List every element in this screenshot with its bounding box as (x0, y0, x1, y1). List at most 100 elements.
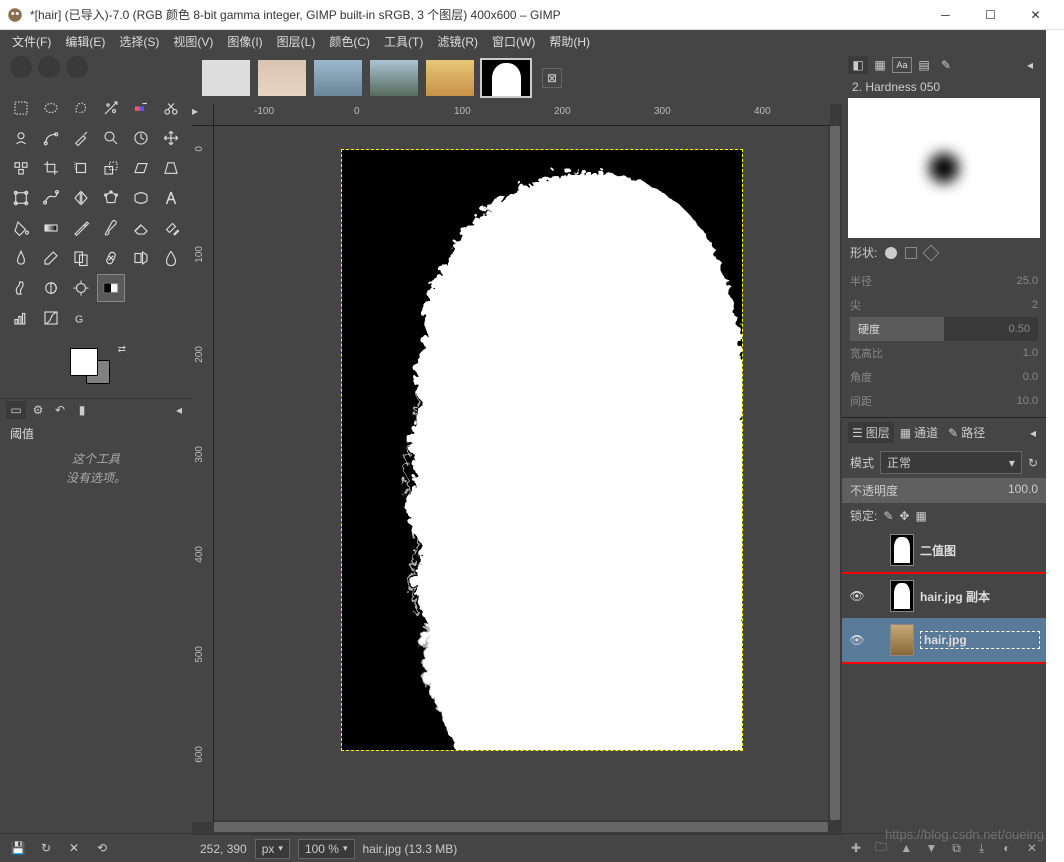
brush-editor-tab[interactable]: ✎ (936, 56, 956, 74)
clone-tool[interactable] (67, 244, 95, 272)
perspective-tool[interactable] (157, 154, 185, 182)
layer-mode-dropdown[interactable]: 正常▾ (880, 451, 1022, 474)
free-select-tool[interactable] (67, 94, 95, 122)
eraser-tool[interactable] (127, 214, 155, 242)
flip-tool[interactable] (67, 184, 95, 212)
menu-help[interactable]: 帮助(H) (543, 31, 596, 52)
layers-tab-menu-icon[interactable]: ◂ (1026, 424, 1040, 442)
menu-color[interactable]: 颜色(C) (323, 31, 376, 52)
layer-item-1[interactable]: 👁 hair.jpg 副本 (842, 574, 1046, 618)
color-picker-tool[interactable] (67, 124, 95, 152)
new-group-icon[interactable]: 🗀 (870, 838, 892, 858)
new-layer-icon[interactable]: ✚ (845, 838, 867, 858)
image-tab-6-active[interactable] (480, 58, 532, 98)
gegl-tool[interactable]: G (67, 304, 95, 332)
move-tool[interactable] (157, 124, 185, 152)
pencil-tool[interactable] (67, 214, 95, 242)
brightness-contrast-tool[interactable] (67, 274, 95, 302)
undo-history-tab[interactable]: ↶ (50, 401, 70, 419)
layers-tab[interactable]: ☰ 图层 (848, 422, 894, 443)
foreground-select-tool[interactable] (7, 124, 35, 152)
brushes-tab[interactable]: ◧ (848, 56, 868, 74)
crop-tool[interactable] (37, 154, 65, 182)
raise-layer-icon[interactable]: ▲ (895, 838, 917, 858)
rotate-tool[interactable] (67, 154, 95, 182)
smudge-tool[interactable] (7, 274, 35, 302)
measure-tool[interactable] (127, 124, 155, 152)
brush-shape-diamond[interactable] (923, 244, 940, 261)
brush-aspect-row[interactable]: 宽高比1.0 (850, 341, 1038, 365)
horizontal-ruler[interactable]: -100 0 100 200 300 400 5 (214, 104, 830, 126)
save-preset-icon[interactable]: 💾 (6, 838, 30, 858)
color-swatches[interactable]: ⇄ (0, 338, 192, 398)
brush-shape-square[interactable] (905, 247, 917, 259)
layer-name[interactable]: hair.jpg 副本 (920, 588, 1040, 605)
vertical-scrollbar[interactable] (828, 126, 842, 820)
device-status-tab[interactable]: ⚙ (28, 401, 48, 419)
ruler-corner[interactable]: ▸ (192, 104, 214, 126)
menu-select[interactable]: 选择(S) (113, 31, 165, 52)
channels-tab[interactable]: ▦ 通道 (896, 422, 942, 443)
menu-file[interactable]: 文件(F) (6, 31, 57, 52)
layer-visibility-icon[interactable]: 👁 (848, 633, 866, 647)
brush-shape-circle[interactable] (885, 247, 897, 259)
brush-radius-row[interactable]: 半径25.0 (850, 269, 1038, 293)
close-image-tab-icon[interactable]: ⊠ (542, 68, 562, 88)
menu-tools[interactable]: 工具(T) (378, 31, 429, 52)
menu-filters[interactable]: 滤镜(R) (431, 31, 484, 52)
zoom-tool[interactable] (97, 124, 125, 152)
menu-layer[interactable]: 图层(L) (271, 31, 322, 52)
mask-layer-icon[interactable]: ◐ (996, 838, 1018, 858)
zoom-dropdown[interactable]: 100 %▾ (298, 839, 355, 859)
color-select-tool[interactable] (127, 94, 155, 122)
paths-tab[interactable]: ✎ 路径 (944, 422, 989, 443)
brush-hardness-row[interactable]: 硬度0.50 (850, 317, 1038, 341)
menu-window[interactable]: 窗口(W) (486, 31, 541, 52)
image-tab-3[interactable] (312, 58, 364, 98)
layer-item-0[interactable]: 二值图 (842, 528, 1046, 572)
menu-image[interactable]: 图像(I) (221, 31, 268, 52)
threshold-tool[interactable] (97, 274, 125, 302)
paintbrush-tool[interactable] (97, 214, 125, 242)
brush-angle-row[interactable]: 角度0.0 (850, 365, 1038, 389)
delete-layer-icon[interactable]: ✕ (1021, 838, 1043, 858)
images-tab[interactable]: ▮ (72, 401, 92, 419)
ellipse-select-tool[interactable] (37, 94, 65, 122)
merge-down-icon[interactable]: ⤓ (971, 838, 993, 858)
image-tab-2[interactable] (256, 58, 308, 98)
restore-preset-icon[interactable]: ↻ (34, 838, 58, 858)
vertical-ruler[interactable]: 0 100 200 300 400 500 600 (192, 126, 214, 822)
image-tab-4[interactable] (368, 58, 420, 98)
close-button[interactable]: ✕ (1013, 0, 1058, 30)
fg-color-swatch[interactable] (70, 348, 98, 376)
shear-tool[interactable] (127, 154, 155, 182)
brush-preview[interactable] (848, 98, 1040, 238)
lock-alpha-icon[interactable]: ▦ (915, 509, 926, 523)
image-tab-5[interactable] (424, 58, 476, 98)
tab-menu-icon[interactable]: ◂ (172, 403, 186, 417)
text-tool[interactable] (157, 184, 185, 212)
fuzzy-select-tool[interactable] (97, 94, 125, 122)
canvas-viewport[interactable] (214, 126, 828, 820)
levels-tool[interactable] (7, 304, 35, 332)
canvas-image[interactable] (342, 150, 742, 750)
tool-options-tab[interactable]: ▭ (6, 401, 26, 419)
gradients-tab[interactable]: ▤ (914, 56, 934, 74)
lock-position-icon[interactable]: ✥ (899, 509, 909, 523)
gradient-tool[interactable] (37, 214, 65, 242)
layer-opacity-row[interactable]: 不透明度 100.0 (842, 478, 1046, 503)
blur-sharpen-tool[interactable] (157, 244, 185, 272)
brush-spikes-row[interactable]: 尖2 (850, 293, 1038, 317)
swap-colors-icon[interactable]: ⇄ (118, 344, 126, 355)
menu-edit[interactable]: 编辑(E) (59, 31, 111, 52)
image-tab-1[interactable] (200, 58, 252, 98)
fonts-tab[interactable]: Aa (892, 56, 912, 74)
dodge-burn-tool[interactable] (37, 274, 65, 302)
reset-preset-icon[interactable]: ⟲ (90, 838, 114, 858)
iscissors-tool[interactable] (157, 94, 185, 122)
airbrush-tool[interactable] (157, 214, 185, 242)
warp-tool[interactable] (127, 184, 155, 212)
maximize-button[interactable]: ☐ (968, 0, 1013, 30)
duplicate-layer-icon[interactable]: ⧉ (946, 838, 968, 858)
cage-tool[interactable] (97, 184, 125, 212)
